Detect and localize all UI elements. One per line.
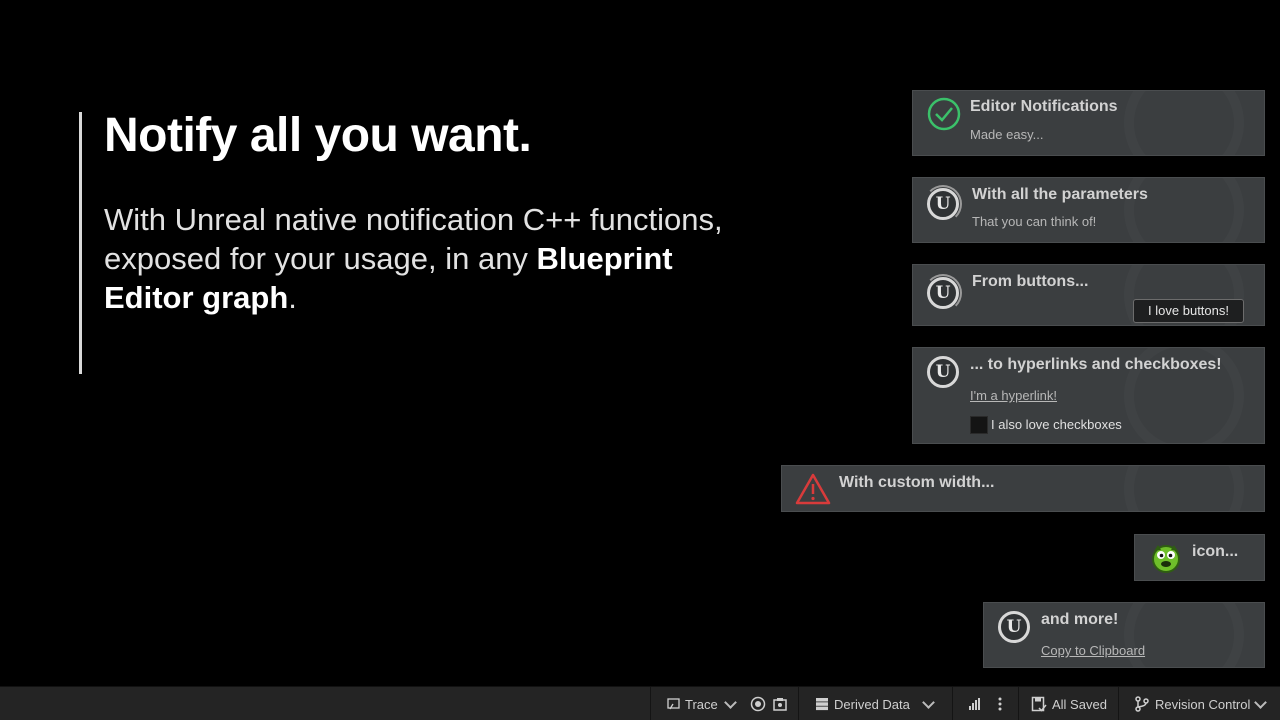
hero-body-end: . [288, 280, 297, 315]
notification-and-more: U and more! Copy to Clipboard [983, 602, 1265, 668]
warning-icon [795, 473, 831, 505]
notification-custom-width: With custom width... [781, 465, 1265, 512]
notification-editor-notifications: Editor Notifications Made easy... [912, 90, 1265, 156]
trace-icon [667, 698, 680, 710]
unreal-logo-icon: U [998, 611, 1030, 643]
notification-title: Editor Notifications [970, 98, 1118, 115]
unreal-logo-icon: U [927, 356, 959, 388]
notification-subtitle: Made easy... [970, 127, 1044, 142]
hero-body: With Unreal native notification C++ func… [104, 200, 744, 317]
custom-mascot-icon [1152, 545, 1180, 573]
success-check-icon [927, 97, 961, 131]
chevron-down-icon [1254, 695, 1268, 709]
status-tools [952, 687, 1018, 720]
notification-title: icon... [1192, 543, 1239, 560]
save-icon [1031, 696, 1047, 712]
hero-title: Notify all you want. [104, 109, 532, 162]
revision-control-menu[interactable]: Revision Control [1118, 687, 1280, 720]
notification-parameters: U With all the parameters That you can t… [912, 177, 1265, 243]
notification-watermark [1124, 603, 1244, 667]
branch-icon [1135, 696, 1149, 712]
trace-label: Trace [685, 696, 718, 712]
notification-buttons: U From buttons... I love buttons! [912, 264, 1265, 326]
notification-icon: icon... [1134, 534, 1265, 581]
unreal-logo-icon: U [924, 274, 962, 312]
chevron-down-icon [723, 695, 737, 709]
recording-controls [742, 687, 798, 720]
save-status-label: All Saved [1052, 696, 1107, 712]
unreal-logo-icon: U [924, 185, 962, 223]
notification-watermark [1124, 466, 1244, 511]
hyperlink[interactable]: I'm a hyperlink! [970, 388, 1057, 403]
save-status[interactable]: All Saved [1018, 687, 1118, 720]
record-icon[interactable] [750, 696, 766, 712]
notification-title: With custom width... [839, 474, 995, 491]
chevron-down-icon [922, 695, 935, 709]
hero-accent-bar [79, 112, 82, 374]
notification-title: ... to hyperlinks and checkboxes! [970, 356, 1222, 373]
editor-viewport: Notify all you want. With Unreal native … [0, 0, 1280, 720]
notification-hyperlinks: U ... to hyperlinks and checkboxes! I'm … [912, 347, 1265, 444]
notification-watermark [1124, 91, 1244, 155]
checkbox[interactable] [970, 416, 988, 434]
network-activity-icon[interactable] [967, 696, 983, 712]
more-options-icon[interactable] [997, 697, 1003, 711]
revision-control-label: Revision Control [1155, 696, 1251, 712]
copy-to-clipboard-link[interactable]: Copy to Clipboard [1041, 643, 1145, 658]
trace-menu[interactable]: Trace [650, 687, 742, 720]
notification-title: and more! [1041, 611, 1119, 628]
notification-title: From buttons... [972, 273, 1089, 290]
derived-data-label: Derived Data [834, 696, 910, 712]
checkbox-label[interactable]: I also love checkboxes [991, 417, 1122, 432]
status-bar: Trace Derived Data All Saved Revision Co… [0, 686, 1280, 720]
derived-data-menu[interactable]: Derived Data [798, 687, 946, 720]
screenshot-icon[interactable] [772, 696, 788, 712]
notification-subtitle: That you can think of! [972, 214, 1097, 229]
notification-title: With all the parameters [972, 186, 1148, 203]
database-icon [816, 698, 828, 711]
love-buttons-button[interactable]: I love buttons! [1133, 299, 1244, 323]
